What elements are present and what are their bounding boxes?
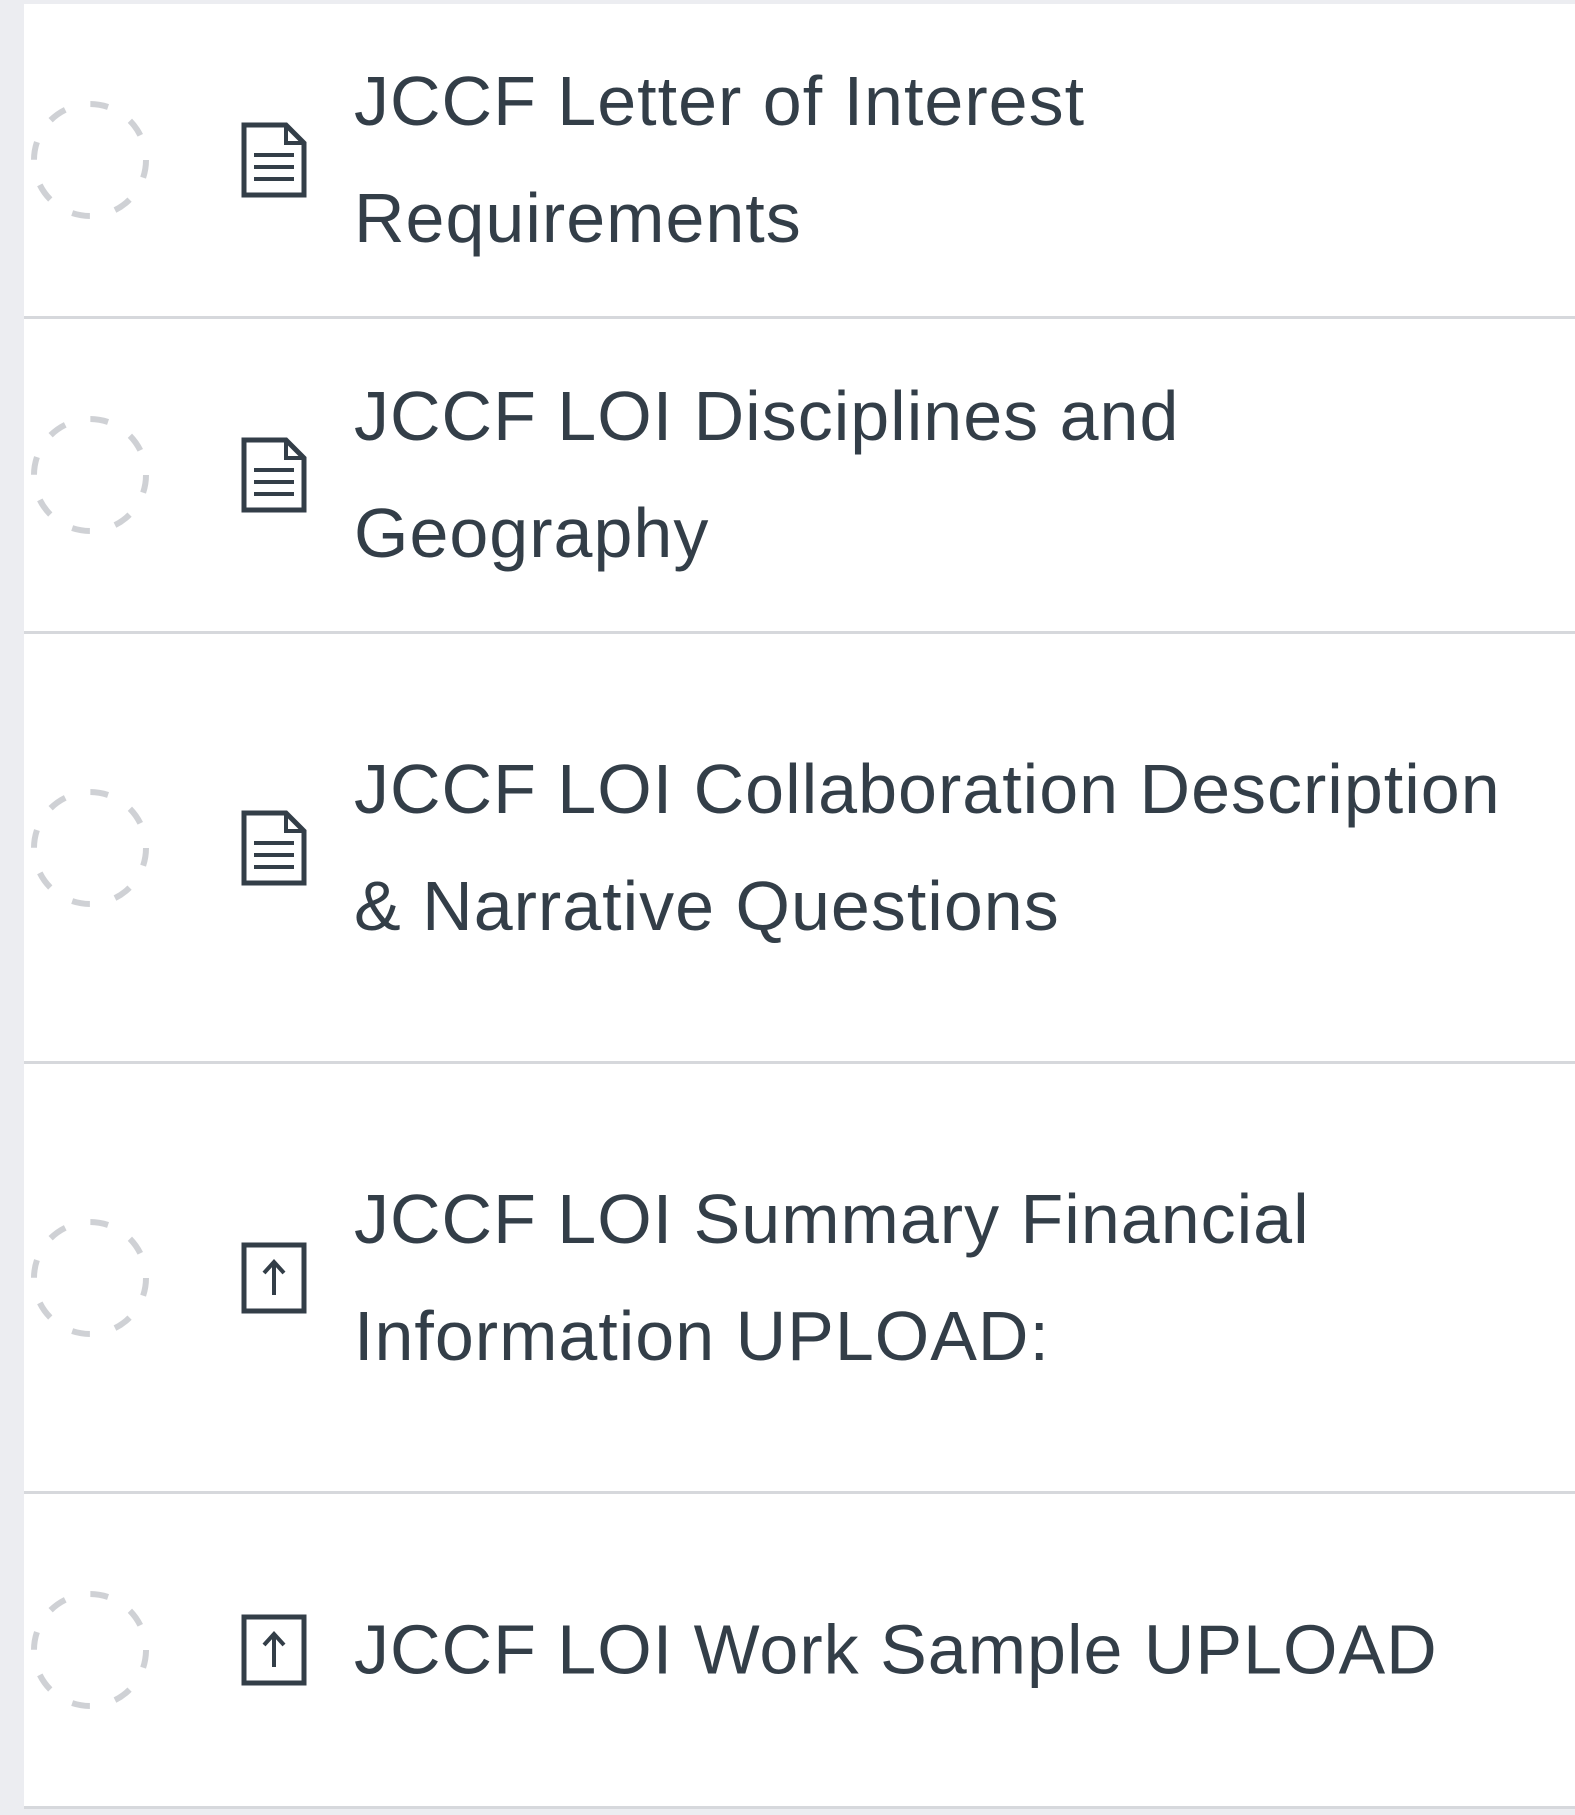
incomplete-status-icon (31, 416, 149, 534)
incomplete-status-icon (31, 1218, 149, 1337)
task-item[interactable]: JCCF LOI Disciplines and Geography (24, 319, 1575, 634)
document-icon (241, 437, 307, 513)
task-item[interactable]: JCCF LOI Collaboration Description & Nar… (24, 634, 1575, 1064)
task-item[interactable]: JCCF Letter of Interest Requirements (24, 4, 1575, 319)
task-title[interactable]: JCCF LOI Summary Financial Information U… (354, 1161, 1535, 1395)
upload-icon (241, 1614, 307, 1686)
upload-icon (241, 1242, 307, 1313)
document-icon (241, 122, 307, 198)
document-icon (241, 810, 307, 885)
task-list: JCCF Letter of Interest Requirements JCC… (24, 4, 1575, 1809)
task-title[interactable]: JCCF LOI Collaboration Description & Nar… (354, 731, 1535, 965)
incomplete-status-icon (31, 788, 149, 907)
task-item[interactable]: JCCF LOI Work Sample UPLOAD (24, 1494, 1575, 1809)
task-title[interactable]: JCCF LOI Work Sample UPLOAD (354, 1592, 1535, 1709)
task-title[interactable]: JCCF Letter of Interest Requirements (354, 43, 1535, 277)
incomplete-status-icon (31, 101, 149, 219)
task-title[interactable]: JCCF LOI Disciplines and Geography (354, 358, 1535, 592)
task-item[interactable]: JCCF LOI Summary Financial Information U… (24, 1064, 1575, 1494)
incomplete-status-icon (31, 1591, 149, 1709)
